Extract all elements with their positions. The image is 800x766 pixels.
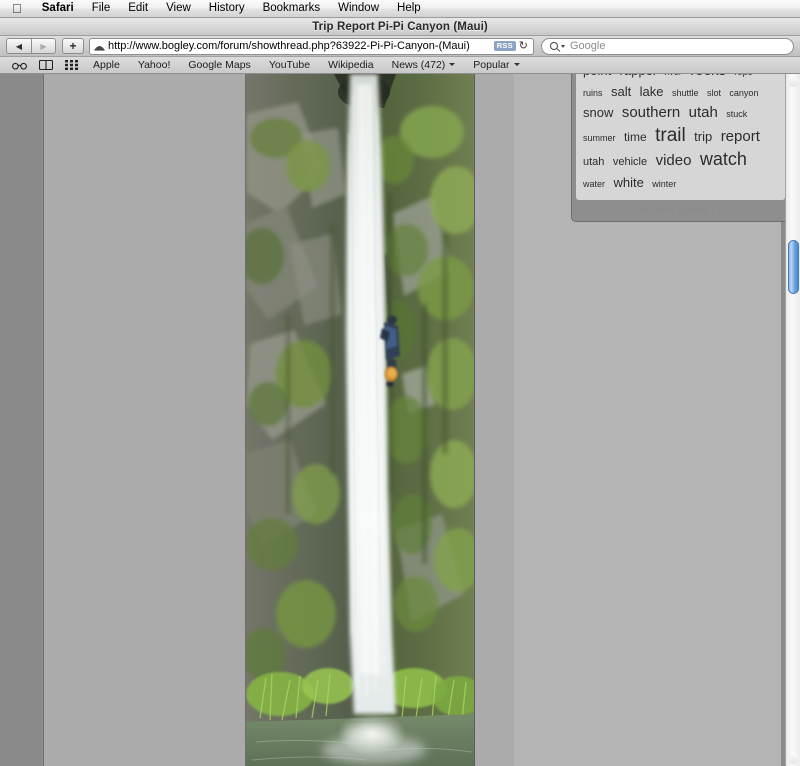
menu-bar:  Safari File Edit View History Bookmark… xyxy=(0,0,800,18)
menu-item-window[interactable]: Window xyxy=(329,0,388,17)
rss-badge[interactable]: RSS xyxy=(493,41,516,51)
tag-cloud-item[interactable]: time xyxy=(624,130,647,144)
tag-cloud-footer: Everywhere gGlobal 1.5.1 xyxy=(632,206,729,216)
tag-cloud-item[interactable]: utah xyxy=(583,156,604,168)
tag-cloud-item[interactable]: water xyxy=(583,179,605,189)
tag-cloud-item[interactable]: video xyxy=(656,152,692,169)
tag-cloud-item[interactable]: white xyxy=(613,175,643,190)
bookmark-news-label: News (472) xyxy=(391,58,446,71)
menu-item-bookmarks[interactable]: Bookmarks xyxy=(254,0,330,17)
top-sites-grid-icon[interactable] xyxy=(59,60,84,70)
menu-item-safari[interactable]: Safari xyxy=(33,0,83,17)
bookmark-wikipedia[interactable]: Wikipedia xyxy=(319,58,383,73)
tag-cloud-item[interactable]: report xyxy=(721,128,760,145)
scroll-up-arrow-icon[interactable] xyxy=(788,76,799,87)
address-bar[interactable]: http://www.bogley.com/forum/showthread.p… xyxy=(89,37,534,55)
reload-icon[interactable]: ↻ xyxy=(519,40,530,52)
tag-cloud-item[interactable]: salt xyxy=(611,84,631,99)
tag-cloud-item[interactable]: trail xyxy=(655,125,686,146)
add-bookmark-button[interactable]: + xyxy=(62,38,84,54)
navigation-button-group: ◀ ▶ xyxy=(6,38,56,54)
tag-cloud-tags: point rappel river rocks rope ruins salt… xyxy=(576,74,785,201)
vertical-scrollbar-thumb[interactable] xyxy=(788,240,799,294)
tag-cloud-item[interactable]: stuck xyxy=(726,109,747,119)
page-title: Trip Report Pi-Pi Canyon (Maui) xyxy=(312,20,488,33)
scroll-down-arrow-icon[interactable] xyxy=(788,753,799,764)
search-icon xyxy=(550,42,558,50)
bookmark-youtube[interactable]: YouTube xyxy=(260,58,319,73)
menu-item-help[interactable]: Help xyxy=(388,0,430,17)
tag-cloud-item[interactable]: point xyxy=(583,74,611,78)
tag-cloud-item[interactable]: vehicle xyxy=(613,156,647,168)
browser-toolbar: ◀ ▶ + http://www.bogley.com/forum/showth… xyxy=(0,36,800,57)
tag-cloud-widget: point rappel river rocks rope ruins salt… xyxy=(571,74,790,223)
tag-cloud-item[interactable]: snow xyxy=(583,105,613,120)
bookmark-google-maps[interactable]: Google Maps xyxy=(179,58,259,73)
reader-glasses-icon[interactable] xyxy=(6,61,33,70)
browser-content-area: point rappel river rocks rope ruins salt… xyxy=(0,74,800,766)
forward-arrow-icon[interactable]: ▶ xyxy=(31,38,56,54)
menu-item-file[interactable]: File xyxy=(83,0,120,17)
tag-cloud-item[interactable]: canyon xyxy=(729,88,758,98)
page-main-column xyxy=(44,74,514,766)
tag-cloud-item[interactable]: ruins xyxy=(583,88,603,98)
tag-cloud-item[interactable]: river xyxy=(664,74,682,77)
safari-window: Trip Report Pi-Pi Canyon (Maui) ◀ ▶ + ht… xyxy=(0,18,800,766)
bookmark-news[interactable]: News (472) xyxy=(383,58,465,73)
chevron-down-icon xyxy=(513,63,520,67)
menu-item-edit[interactable]: Edit xyxy=(119,0,157,17)
tag-cloud-item[interactable]: winter xyxy=(652,179,676,189)
tag-cloud-item[interactable]: shuttle xyxy=(672,88,699,98)
bookmark-yahoo[interactable]: Yahoo! xyxy=(129,58,180,73)
search-input[interactable]: Google xyxy=(541,37,794,55)
apple-menu-icon[interactable]:  xyxy=(0,1,33,16)
address-bar-text: http://www.bogley.com/forum/showthread.p… xyxy=(108,39,470,52)
tag-cloud-item[interactable]: rocks xyxy=(690,74,726,79)
waterfall-trip-report-photo[interactable] xyxy=(245,74,475,766)
chevron-down-icon xyxy=(449,63,456,67)
bookmark-popular[interactable]: Popular xyxy=(464,58,528,73)
tag-cloud-item[interactable]: watch xyxy=(700,149,747,169)
tag-cloud-item[interactable]: utah xyxy=(689,104,718,121)
window-title-bar[interactable]: Trip Report Pi-Pi Canyon (Maui) xyxy=(0,18,800,36)
tag-cloud-item[interactable]: southern xyxy=(622,104,680,121)
back-arrow-icon[interactable]: ◀ xyxy=(6,38,31,54)
book-icon[interactable] xyxy=(33,60,59,70)
web-page: point rappel river rocks rope ruins salt… xyxy=(43,74,790,766)
bookmark-apple[interactable]: Apple xyxy=(84,58,129,73)
tag-cloud-item[interactable]: rope xyxy=(735,74,753,77)
page-favicon xyxy=(94,41,105,52)
tag-cloud-item[interactable]: slot xyxy=(707,88,721,98)
tag-cloud-item[interactable]: trip xyxy=(694,129,712,144)
menu-item-view[interactable]: View xyxy=(157,0,200,17)
search-placeholder-text: Google xyxy=(570,39,606,52)
search-dropdown-caret-icon[interactable] xyxy=(561,44,565,48)
page-sidebar: point rappel river rocks rope ruins salt… xyxy=(529,74,790,766)
vertical-scrollbar[interactable] xyxy=(785,74,800,766)
tag-cloud-item[interactable]: rappel xyxy=(620,74,656,78)
tag-cloud-item[interactable]: lake xyxy=(640,84,664,99)
tag-cloud-item[interactable]: summer xyxy=(583,133,616,143)
bookmarks-bar: Apple Yahoo! Google Maps YouTube Wikiped… xyxy=(0,57,800,74)
menu-item-history[interactable]: History xyxy=(200,0,254,17)
bookmark-popular-label: Popular xyxy=(473,58,510,71)
